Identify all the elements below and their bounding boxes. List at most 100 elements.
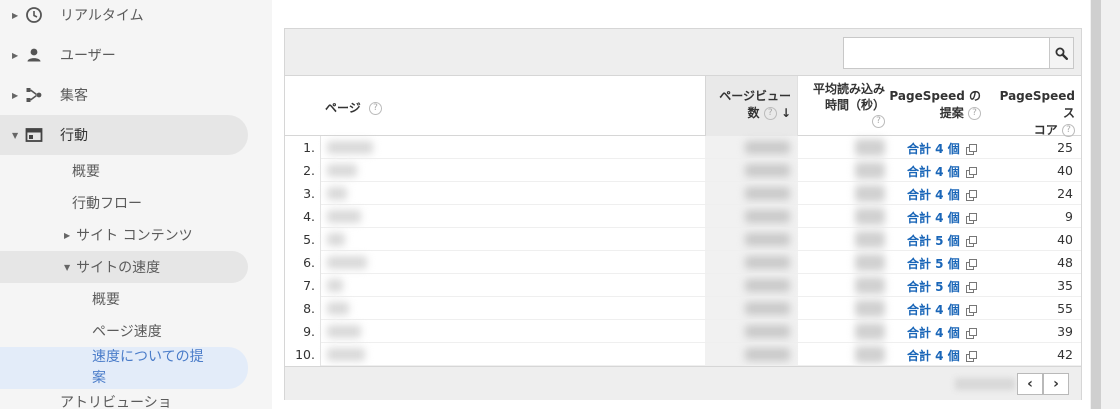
pageviews-redacted [745,233,790,246]
search-button[interactable] [1049,37,1074,69]
collapse-arrow-icon: ▼ [12,130,19,140]
load-time-redacted [855,162,885,179]
scrollbar-thumb[interactable] [1091,0,1101,409]
header-pageviews-label-line1: ページビュー [719,89,791,103]
suggestions-link[interactable]: 合計 4 個 [907,163,977,180]
table-row: 2. 合計 4 個 40 [285,159,1081,182]
expand-arrow-icon: ▶ [64,230,71,240]
pageviews-redacted [745,348,790,361]
help-icon[interactable]: ? [763,107,777,120]
table-row: 8. 合計 4 個 55 [285,297,1081,320]
nav-page-timings[interactable]: ページ速度 [0,315,248,347]
header-score[interactable]: PageSpeed ス コア ? [985,76,1081,137]
expand-arrow-icon: ▶ [12,10,19,20]
pagespeed-score: 25 [1057,140,1073,155]
nav-speed-suggestions-label-line1: 速度についての提 [92,349,204,365]
nav-attribution[interactable]: アトリビューショ [0,384,248,409]
page-path-redacted[interactable] [327,325,361,338]
pageviews-redacted [745,164,790,177]
load-time-redacted [855,185,885,202]
nav-behavior-overview-label: 概要 [72,164,100,180]
nav-behavior-flow[interactable]: 行動フロー [0,187,248,219]
pageviews-redacted [745,210,790,223]
load-time-redacted [855,139,885,156]
help-icon[interactable]: ? [968,107,981,120]
nav-acquisition[interactable]: ▶ 集客 [0,75,248,115]
external-link-icon [965,282,977,293]
pageviews-redacted [745,302,790,315]
pageviews-redacted [745,187,790,200]
sidebar: ▶ リアルタイム ▶ ユーザー ▶ 集客 ▼ 行動 概要 行動フロー ▶ サイト… [0,0,272,409]
page-path-redacted[interactable] [327,187,347,200]
nav-speed-overview[interactable]: 概要 [0,283,248,315]
nav-behavior-label: 行動 [60,128,88,144]
load-time-redacted [855,254,885,271]
nav-site-content[interactable]: ▶ サイト コンテンツ [0,219,248,251]
external-link-icon [965,351,977,362]
nav-page-timings-label: ページ速度 [92,324,162,340]
nav-behavior-overview[interactable]: 概要 [0,155,248,187]
nav-site-speed-label: サイトの速度 [76,260,161,276]
next-page-button[interactable]: › [1043,373,1069,395]
row-number: 2. [303,163,315,178]
external-link-icon [965,167,977,178]
load-time-redacted [855,277,885,294]
page-path-redacted[interactable] [327,233,345,246]
row-range-redacted [955,378,1015,390]
external-link-icon [965,305,977,316]
page-path-redacted[interactable] [327,348,365,361]
suggestions-link[interactable]: 合計 4 個 [907,347,977,364]
suggestions-link[interactable]: 合計 4 個 [907,140,977,157]
table-toolbar [285,29,1081,76]
external-link-icon [965,328,977,339]
nav-behavior-flow-label: 行動フロー [72,196,142,212]
row-number: 9. [303,324,315,339]
table-row: 9. 合計 4 個 39 [285,320,1081,343]
header-suggestions[interactable]: PageSpeed の 提案 ? [889,76,985,136]
row-number: 10. [295,347,315,362]
suggestions-link[interactable]: 合計 4 個 [907,209,977,226]
page-path-redacted[interactable] [327,210,361,223]
nav-site-content-label: サイト コンテンツ [76,228,193,244]
page-path-redacted[interactable] [327,302,349,315]
chevron-right-icon: › [1053,376,1059,392]
help-icon[interactable]: ? [872,115,885,128]
suggestions-link[interactable]: 合計 5 個 [907,278,977,295]
collapse-arrow-icon: ▼ [64,262,71,272]
suggestions-link[interactable]: 合計 4 個 [907,324,977,341]
nav-realtime[interactable]: ▶ リアルタイム [0,0,248,35]
search-input[interactable] [843,37,1049,69]
header-pageviews[interactable]: ページビュー 数 ? ↓ [705,76,798,136]
suggestions-link[interactable]: 合計 5 個 [907,232,977,249]
external-link-icon [965,259,977,270]
external-link-icon [965,190,977,201]
nav-realtime-label: リアルタイム [60,8,144,24]
page-path-redacted[interactable] [327,256,367,269]
row-number: 4. [303,209,315,224]
suggestions-link[interactable]: 合計 4 個 [907,186,977,203]
nav-behavior[interactable]: ▼ 行動 [0,115,248,155]
page-path-redacted[interactable] [327,164,357,177]
pagespeed-score: 35 [1057,278,1073,293]
nav-users[interactable]: ▶ ユーザー [0,35,248,75]
prev-page-button[interactable]: ‹ [1017,373,1043,395]
row-number: 6. [303,255,315,270]
clock-icon [26,7,42,23]
table-row: 1. 合計 4 個 25 [285,136,1081,159]
row-number: 3. [303,186,315,201]
table-row: 3. 合計 4 個 24 [285,182,1081,205]
page-path-redacted[interactable] [327,279,343,292]
nav-users-label: ユーザー [60,48,116,64]
nav-site-speed[interactable]: ▼ サイトの速度 [0,251,248,283]
page-path-redacted[interactable] [327,141,373,154]
external-link-icon [965,236,977,247]
nav-speed-suggestions[interactable]: 速度についての提 案 [0,347,248,389]
table-row: 5. 合計 5 個 40 [285,228,1081,251]
header-load-time[interactable]: 平均読み込み 時間（秒） ? [798,76,889,136]
chevron-left-icon: ‹ [1027,376,1033,392]
help-icon[interactable]: ? [368,102,382,115]
suggestions-link[interactable]: 合計 4 個 [907,301,977,318]
pagespeed-score: 55 [1057,301,1073,316]
suggestions-link[interactable]: 合計 5 個 [907,255,977,272]
header-page[interactable]: ページ ? [285,76,705,136]
